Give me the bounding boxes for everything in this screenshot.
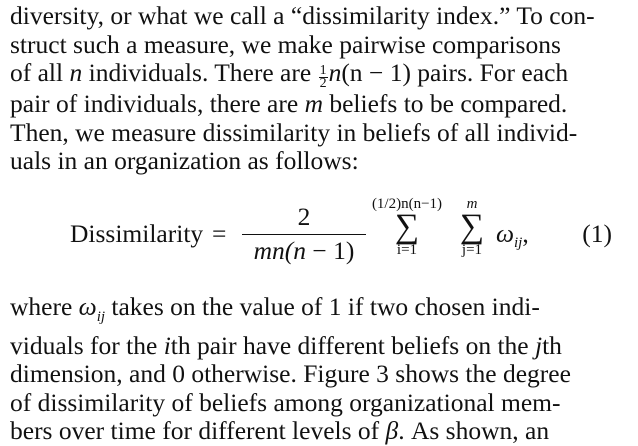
omega-term: ωij, (496, 219, 529, 251)
sigma-symbol: ∑ (394, 208, 420, 245)
text-line: of dissimilarity of beliefs among organi… (10, 387, 561, 417)
text-line: uals in an organization as follows: (10, 146, 359, 176)
paragraph-top: diversity, or what we call a “dissimilar… (10, 1, 618, 176)
text-line: struct such a measure, we make pairwise … (10, 29, 561, 59)
text-line: viduals for the ith pair have different … (10, 330, 562, 360)
text-line: bers over time for different levels of β… (10, 416, 550, 446)
equation-fraction: 2 mn(n − 1) (242, 202, 366, 265)
equation-number: (1) (582, 219, 612, 248)
text-line: where ωij takes on the value of 1 if two… (10, 292, 540, 326)
text-line: of all n individuals. There are 1 2 n(n − … (10, 58, 569, 92)
fraction-numerator: 2 (297, 202, 311, 231)
summation-i: (1/2)n(n−1) ∑ i=1 (362, 196, 452, 258)
sum-lower-limit: i=1 (396, 242, 418, 258)
equals-sign: = (212, 219, 227, 248)
fraction-denominator: mn(n − 1) (253, 236, 355, 265)
text-line: Then, we measure dissimilarity in belief… (10, 117, 578, 147)
inline-fraction: 12 (318, 63, 328, 92)
page: diversity, or what we call a “dissimilar… (10, 0, 618, 445)
sum-lower-limit: j=1 (461, 242, 483, 258)
sigma-symbol: ∑ (459, 208, 485, 245)
text-line: pair of individuals, there are m beliefs… (10, 89, 568, 119)
text-line: diversity, or what we call a “dissimilar… (10, 1, 595, 30)
summation-j: m ∑ j=1 (450, 196, 494, 258)
paragraph-bottom: where ωij takes on the value of 1 if two… (10, 292, 618, 446)
text-line: dimension, and 0 otherwise. Figure 3 sho… (10, 359, 571, 389)
equation-lhs: Dissimilarity (70, 219, 204, 248)
equation-1: Dissimilarity = 2 mn(n − 1) (1/2)n(n−1) … (10, 196, 618, 286)
